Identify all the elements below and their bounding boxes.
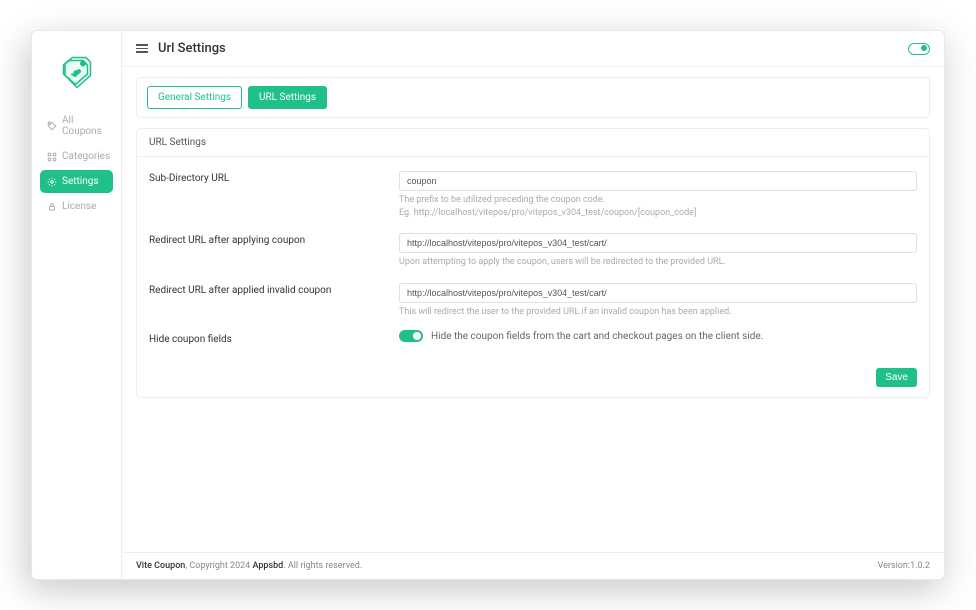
footer-version: Version:1.0.2	[878, 561, 930, 571]
redirect-ok-hint: Upon attempting to apply the coupon, use…	[399, 256, 917, 269]
page-title: Url Settings	[158, 41, 226, 56]
redirect-ok-label: Redirect URL after applying coupon	[149, 231, 399, 246]
save-button[interactable]: Save	[876, 368, 917, 387]
sidebar-item-settings[interactable]: Settings	[40, 170, 113, 193]
app-logo: Vite	[32, 41, 121, 107]
redirect-bad-label: Redirect URL after applied invalid coupo…	[149, 281, 399, 296]
tab-url-settings[interactable]: URL Settings	[248, 86, 327, 109]
sidebar-item-label: Settings	[62, 176, 99, 187]
footer-left: Vite Coupon, Copyright 2024 Appsbd. All …	[136, 561, 362, 571]
sidebar-item-categories[interactable]: Categories	[40, 145, 113, 168]
tabs-container: General Settings URL Settings	[136, 77, 930, 118]
redirect-bad-hint: This will redirect the user to the provi…	[399, 306, 917, 319]
hide-coupon-desc: Hide the coupon fields from the cart and…	[431, 331, 763, 342]
gear-icon	[47, 177, 57, 187]
redirect-ok-input[interactable]	[399, 233, 917, 253]
lock-icon	[47, 202, 57, 212]
tab-general-settings[interactable]: General Settings	[147, 86, 242, 109]
sub-dir-label: Sub-Directory URL	[149, 169, 399, 184]
sub-dir-hint: The prefix to be utilized preceding the …	[399, 194, 917, 219]
sidebar-item-label: All Coupons	[62, 115, 106, 137]
sidebar-item-label: Categories	[62, 151, 110, 162]
sub-dir-input[interactable]	[399, 171, 917, 191]
sidebar-item-all-coupons[interactable]: All Coupons	[40, 109, 113, 143]
hide-coupon-toggle[interactable]	[399, 330, 423, 342]
menu-toggle-icon[interactable]	[136, 44, 148, 53]
panel-title: URL Settings	[137, 129, 929, 157]
hide-label: Hide coupon fields	[149, 330, 399, 345]
tag-icon	[47, 121, 57, 131]
sidebar-item-label: License	[62, 201, 96, 212]
theme-toggle[interactable]	[908, 43, 930, 55]
sidebar-item-license[interactable]: License	[40, 195, 113, 218]
grid-icon	[47, 152, 57, 162]
redirect-bad-input[interactable]	[399, 283, 917, 303]
